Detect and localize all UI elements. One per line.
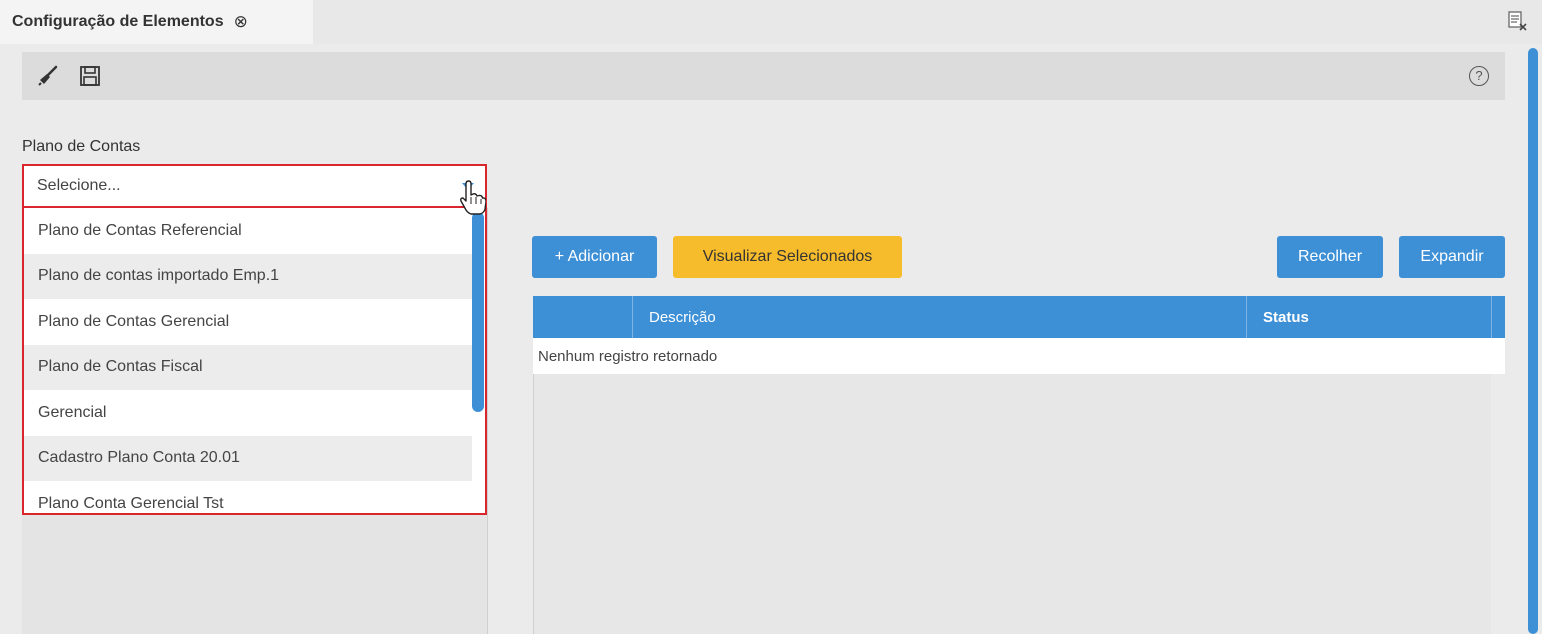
plano-de-contas-dropdown: Plano de Contas Referencial Plano de con… (22, 208, 487, 515)
table-header: Descrição Status (533, 296, 1505, 338)
dropdown-option[interactable]: Plano de Contas Referencial (24, 208, 472, 254)
add-button[interactable]: + Adicionar (532, 236, 657, 278)
floppy-disk-icon[interactable] (78, 64, 102, 88)
close-all-tabs-icon[interactable] (1506, 10, 1528, 32)
view-selected-button[interactable]: Visualizar Selecionados (673, 236, 902, 278)
page-scrollbar[interactable] (1528, 48, 1538, 634)
close-tab-icon[interactable]: ⊗ (234, 12, 248, 32)
broom-icon[interactable] (36, 64, 60, 88)
expand-button[interactable]: Expandir (1399, 236, 1505, 278)
tab-bar: Configuração de Elementos ⊗ (0, 0, 1542, 44)
help-button[interactable]: ? (1469, 66, 1489, 86)
column-header-select[interactable] (533, 296, 632, 338)
toolbar: ? (22, 52, 1505, 100)
plano-de-contas-label: Plano de Contas (22, 138, 141, 155)
dropdown-scrollbar[interactable] (472, 212, 484, 412)
empty-table-message: Nenhum registro retornado (533, 338, 1505, 374)
select-value: Selecione... (37, 177, 121, 194)
plano-de-contas-select[interactable]: Selecione... (22, 164, 487, 208)
column-header-descricao[interactable]: Descrição (632, 296, 1246, 338)
hand-cursor-icon (460, 180, 486, 215)
column-header-status[interactable]: Status (1246, 296, 1491, 338)
dropdown-option[interactable]: Plano de Contas Fiscal (24, 344, 472, 390)
dropdown-option[interactable]: Plano de contas importado Emp.1 (24, 253, 472, 299)
dropdown-option[interactable]: Plano de Contas Gerencial (24, 299, 472, 345)
dropdown-option[interactable]: Gerencial (24, 390, 472, 436)
column-header-spacer (1491, 296, 1508, 338)
dropdown-option[interactable]: Plano Conta Gerencial Tst (24, 481, 472, 513)
table-body (533, 338, 1491, 634)
dropdown-option[interactable]: Cadastro Plano Conta 20.01 (24, 435, 472, 481)
collapse-button[interactable]: Recolher (1277, 236, 1383, 278)
tab-title: Configuração de Elementos (12, 13, 224, 30)
tab-configuracao-elementos[interactable]: Configuração de Elementos ⊗ (0, 0, 313, 44)
